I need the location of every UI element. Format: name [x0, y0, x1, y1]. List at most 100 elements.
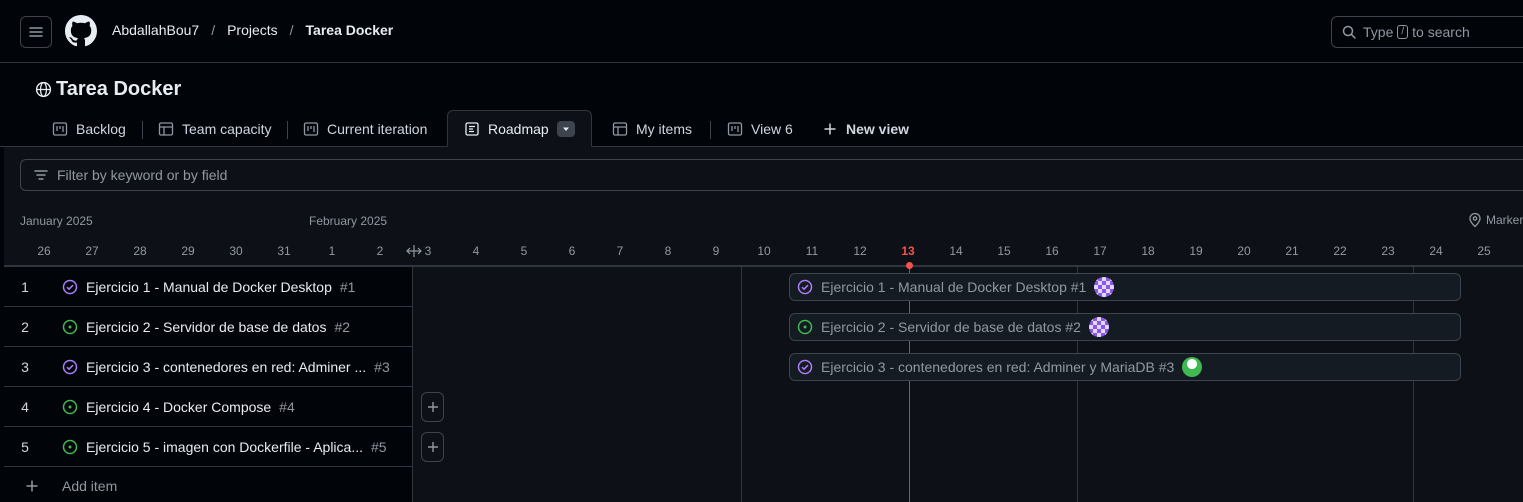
filter-input[interactable]: Filter by keyword or by field: [20, 159, 1523, 191]
markers-label: Markers: [1486, 213, 1523, 227]
item-number: #5: [371, 438, 387, 455]
tab-my-items[interactable]: My items: [612, 110, 692, 147]
day-label: 16: [1045, 244, 1059, 258]
item-number: #3: [374, 358, 390, 375]
tab-current-iteration[interactable]: Current iteration: [303, 110, 427, 147]
day-label: 5: [520, 244, 528, 258]
item-title[interactable]: Ejercicio 2 - Servidor de base de datos: [86, 319, 326, 335]
search-icon: [1342, 25, 1356, 39]
view-tabs: Backlog Team capacity Current iteration …: [0, 110, 1523, 147]
issue-open-icon: [62, 319, 78, 334]
week-gridline: [741, 267, 742, 502]
item-row[interactable]: 5 Ejercicio 5 - imagen con Dockerfile - …: [4, 427, 413, 467]
plus-icon: [824, 123, 836, 134]
search-suffix: to search: [1412, 24, 1470, 40]
issue-closed-icon: [797, 279, 813, 295]
roadmap-bar[interactable]: Ejercicio 3 - contenedores en red: Admin…: [789, 353, 1461, 381]
bar-label: Ejercicio 1 - Manual de Docker Desktop #…: [821, 279, 1087, 295]
day-label: 21: [1285, 244, 1299, 258]
day-label: 22: [1333, 244, 1347, 258]
item-number: #4: [279, 398, 295, 415]
tab-team-capacity[interactable]: Team capacity: [158, 110, 271, 147]
issue-open-icon: [62, 399, 78, 414]
item-row[interactable]: 4 Ejercicio 4 - Docker Compose #4: [4, 387, 413, 427]
day-label: 23: [1381, 244, 1395, 258]
row-number: 4: [21, 398, 29, 415]
day-label: 19: [1189, 244, 1203, 258]
tab-view-6[interactable]: View 6: [727, 110, 793, 147]
day-label: 4: [472, 244, 480, 258]
markers-button[interactable]: Markers: [1468, 212, 1523, 228]
resize-handle-icon[interactable]: [406, 245, 422, 257]
plus-icon: [427, 402, 438, 412]
day-label: 30: [229, 244, 243, 258]
breadcrumb-current[interactable]: Tarea Docker: [306, 22, 394, 38]
triangle-down-icon: [562, 127, 569, 131]
day-label: 28: [133, 244, 147, 258]
issue-open-icon: [797, 319, 813, 335]
bar-label: Ejercicio 2 - Servidor de base de datos …: [821, 319, 1081, 335]
breadcrumb: AbdallahBou7 / Projects / Tarea Docker: [112, 22, 393, 38]
tab-options-button[interactable]: [556, 120, 575, 137]
avatar[interactable]: [1094, 277, 1115, 297]
tab-divider: [710, 121, 711, 139]
github-logo-icon[interactable]: [65, 15, 97, 47]
tab-label: Team capacity: [182, 120, 272, 137]
item-title[interactable]: Ejercicio 4 - Docker Compose: [86, 399, 271, 415]
new-view-label: New view: [846, 120, 910, 137]
day-label: 11: [805, 244, 819, 258]
day-label: 2: [376, 244, 384, 258]
table-icon: [612, 121, 628, 136]
month-label: February 2025: [309, 214, 388, 228]
search-prefix: Type: [1363, 24, 1394, 40]
row-number: 1: [21, 278, 29, 295]
item-row[interactable]: 1 Ejercicio 1 - Manual de Docker Desktop…: [4, 267, 413, 307]
day-label: 18: [1141, 244, 1155, 258]
day-label: 15: [997, 244, 1011, 258]
hamburger-icon: [29, 27, 43, 37]
tab-roadmap[interactable]: Roadmap: [447, 110, 592, 147]
day-label: 31: [277, 244, 291, 258]
tab-label: Current iteration: [327, 120, 428, 137]
search-input[interactable]: Type / to search: [1331, 16, 1523, 48]
breadcrumb-projects[interactable]: Projects: [227, 22, 278, 38]
plus-icon: [26, 480, 38, 492]
week-gridline: [1077, 267, 1078, 502]
day-label: 26: [37, 244, 51, 258]
project-title-text: Tarea Docker: [56, 78, 182, 100]
add-item-button[interactable]: Add item: [24, 478, 117, 494]
roadmap-bar[interactable]: Ejercicio 1 - Manual de Docker Desktop #…: [789, 273, 1461, 301]
add-dates-button[interactable]: [421, 392, 444, 422]
new-view-button[interactable]: New view: [822, 110, 909, 147]
item-title[interactable]: Ejercicio 1 - Manual de Docker Desktop: [86, 279, 332, 295]
day-label: 27: [85, 244, 99, 258]
day-label: 24: [1429, 244, 1443, 258]
breadcrumb-owner[interactable]: AbdallahBou7: [112, 22, 199, 38]
bar-label: Ejercicio 3 - contenedores en red: Admin…: [821, 359, 1175, 375]
add-item-label: Add item: [62, 478, 118, 494]
day-label: 1: [328, 244, 336, 258]
item-number: #2: [334, 318, 351, 335]
item-row[interactable]: 2 Ejercicio 2 - Servidor de base de dato…: [4, 307, 413, 347]
item-row[interactable]: 3 Ejercicio 3 - contenedores en red: Adm…: [4, 347, 413, 387]
tab-backlog[interactable]: Backlog: [52, 110, 126, 147]
avatar[interactable]: [1088, 317, 1109, 337]
tab-label: View 6: [751, 120, 793, 137]
roadmap-icon: [465, 121, 479, 136]
board-icon: [727, 121, 743, 136]
avatar[interactable]: [1182, 357, 1203, 377]
hamburger-menu-button[interactable]: [20, 16, 52, 48]
item-title[interactable]: Ejercicio 3 - contenedores en red: Admin…: [86, 359, 366, 375]
globe-icon: [35, 81, 52, 98]
add-dates-button[interactable]: [421, 432, 444, 462]
filter-placeholder: Filter by keyword or by field: [57, 167, 228, 183]
tab-label: Roadmap: [488, 120, 549, 137]
day-label: 9: [712, 244, 720, 258]
table-icon: [158, 121, 174, 136]
item-number: #1: [339, 278, 356, 295]
roadmap-bar[interactable]: Ejercicio 2 - Servidor de base de datos …: [789, 313, 1461, 341]
item-title[interactable]: Ejercicio 5 - imagen con Dockerfile - Ap…: [86, 439, 363, 455]
board-icon: [303, 121, 319, 136]
day-label: 6: [568, 244, 576, 258]
day-label: 25: [1477, 244, 1491, 258]
